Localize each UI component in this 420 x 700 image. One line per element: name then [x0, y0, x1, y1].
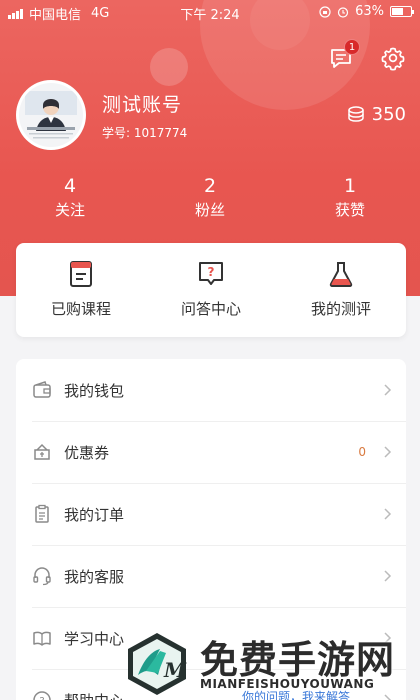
menu-item-wallet[interactable]: 我的钱包 — [16, 359, 406, 421]
help-icon: ? — [33, 691, 51, 700]
menu-item-label: 优惠券 — [64, 443, 110, 462]
menu-item-label: 我的钱包 — [64, 381, 125, 400]
battery-percent: 63% — [355, 4, 384, 19]
quick-action-my-assessment[interactable]: 我的测评 — [276, 243, 406, 337]
quick-action-qa-center[interactable]: ? 问答中心 — [146, 243, 276, 337]
menu-item-orders[interactable]: 我的订单 — [16, 483, 406, 545]
svg-text:M: M — [163, 658, 187, 682]
menu-item-customer-service[interactable]: 我的客服 — [16, 545, 406, 607]
book-icon — [70, 261, 92, 287]
wallet-icon — [33, 381, 51, 398]
quick-action-label: 我的测评 — [310, 300, 371, 318]
quick-action-label: 问答中心 — [180, 300, 241, 318]
stat-label: 获赞 — [334, 201, 365, 219]
avatar[interactable] — [16, 80, 86, 150]
coin-stack-icon — [347, 105, 364, 122]
coin-balance[interactable]: 350 — [346, 104, 406, 125]
gear-icon — [381, 47, 405, 71]
stat-label: 粉丝 — [194, 201, 225, 219]
watermark-logo-icon: M — [128, 633, 187, 695]
quick-action-label: 已购课程 — [50, 300, 111, 318]
status-bar: 中国电信 4G 下午 2:24 63% — [0, 0, 420, 24]
flask-icon — [329, 262, 353, 287]
alarm-icon — [337, 6, 349, 18]
menu-item-label: 我的客服 — [64, 567, 125, 586]
stat-following[interactable]: 4 关注 — [0, 175, 140, 220]
menu-item-label: 我的订单 — [64, 505, 125, 524]
chevron-right-icon — [384, 446, 392, 458]
avatar-image — [19, 83, 83, 147]
question-bubble-icon: ? — [199, 262, 223, 285]
stat-label: 关注 — [54, 201, 85, 219]
order-icon — [35, 504, 49, 523]
watermark-subtitle: MIANFEISHOUYOUWANG — [200, 677, 375, 691]
watermark: M 免费手游网 MIANFEISHOUYOUWANG — [120, 627, 420, 700]
rotation-lock-icon — [319, 5, 331, 18]
coupon-icon — [34, 443, 50, 460]
watermark-title: 免费手游网 — [200, 638, 396, 682]
battery-icon — [390, 6, 414, 17]
chevron-right-icon — [384, 384, 392, 396]
open-book-icon — [33, 631, 51, 646]
stat-value: 2 — [203, 175, 217, 197]
chevron-right-icon — [384, 570, 392, 582]
stat-value: 1 — [343, 175, 357, 197]
svg-text:?: ? — [208, 265, 215, 279]
quick-actions-card: 已购课程 ? 问答中心 我的测评 — [16, 243, 406, 337]
decorative-circle — [150, 48, 188, 86]
quick-action-purchased-courses[interactable]: 已购课程 — [16, 243, 146, 337]
student-id: 学号: 1017774 — [102, 126, 188, 140]
stat-followers[interactable]: 2 粉丝 — [140, 175, 280, 220]
svg-text:?: ? — [39, 696, 44, 700]
stat-value: 4 — [63, 175, 77, 197]
headset-icon — [33, 567, 51, 586]
settings-button[interactable] — [380, 45, 406, 71]
chevron-right-icon — [384, 508, 392, 520]
coin-amount: 350 — [371, 104, 406, 125]
username: 测试账号 — [102, 94, 183, 116]
message-badge: 1 — [344, 39, 360, 55]
message-button[interactable]: 1 — [328, 39, 360, 71]
stat-likes[interactable]: 1 获赞 — [280, 175, 420, 220]
coupon-count: 0 — [358, 445, 366, 459]
menu-item-coupons[interactable]: 优惠券 0 — [16, 421, 406, 483]
